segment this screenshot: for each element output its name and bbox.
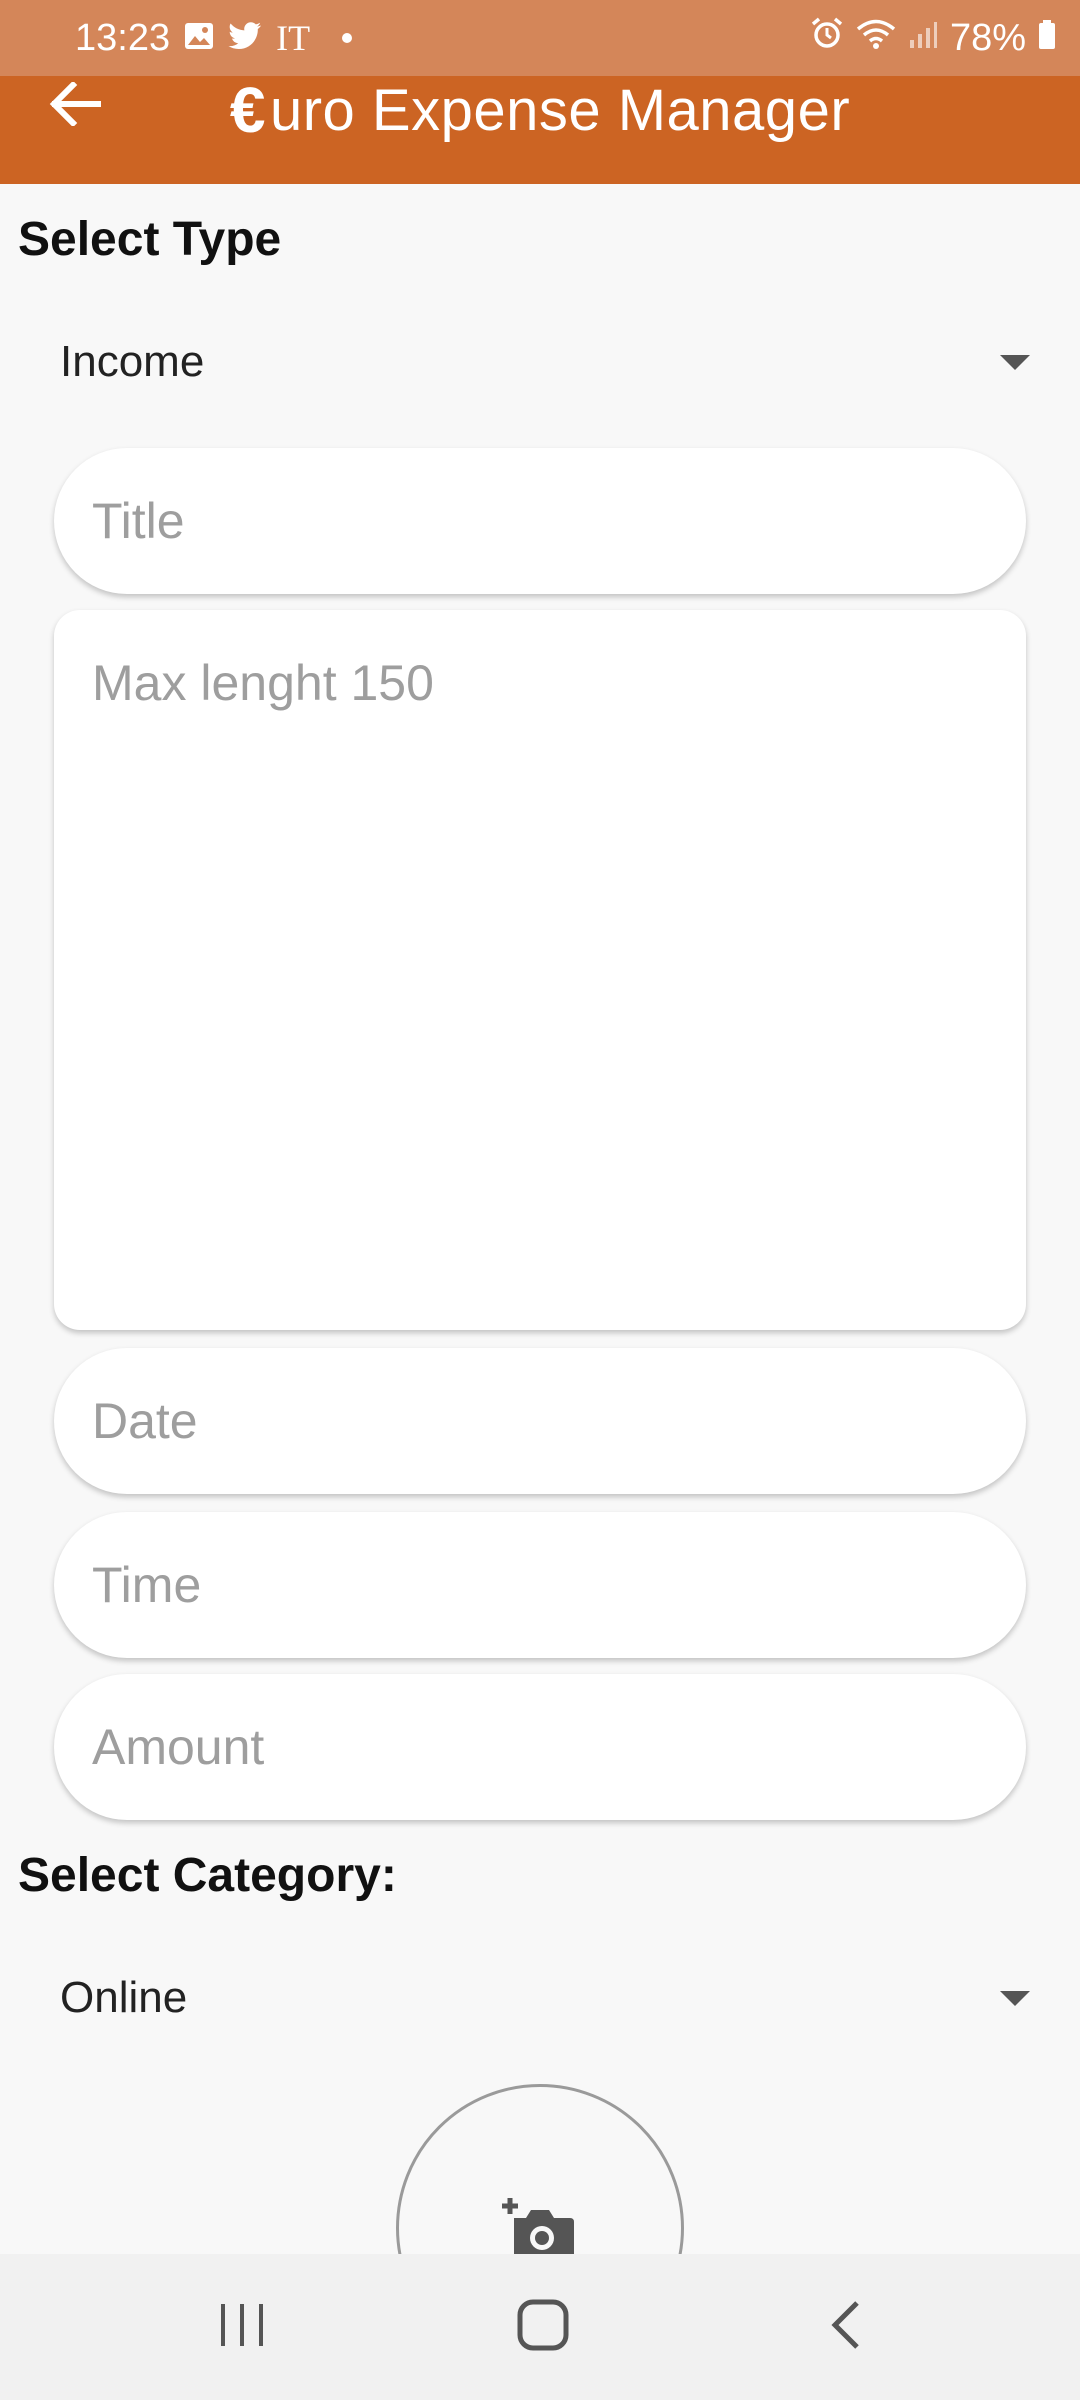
time-input[interactable]: Time [54,1512,1026,1658]
app-bar: € uro Expense Manager [0,74,1080,184]
app-title: € uro Expense Manager [0,74,1080,146]
category-dropdown[interactable]: Online [60,1958,1030,2038]
app-title-text: uro Expense Manager [269,77,851,143]
caret-down-icon [1000,1990,1030,2006]
amount-input[interactable]: Amount [54,1674,1026,1820]
home-icon [517,2299,569,2356]
twitter-icon [228,17,262,60]
status-right: 78% [810,16,1056,60]
alarm-icon [810,16,844,60]
status-time: 13:23 [75,16,171,59]
recents-button[interactable] [202,2294,282,2360]
title-placeholder: Title [92,493,185,549]
date-placeholder: Date [92,1393,198,1449]
type-selected-value: Income [60,337,205,386]
battery-icon [1038,17,1056,60]
wifi-icon [856,17,896,60]
carrier-text: IT [276,18,311,58]
image-icon [184,17,214,60]
system-nav-bar [0,2254,1080,2400]
time-placeholder: Time [92,1557,202,1613]
type-dropdown[interactable]: Income [60,322,1030,402]
caret-down-icon [1000,354,1030,370]
status-left: 13:23 IT [75,16,353,60]
date-input[interactable]: Date [54,1348,1026,1494]
select-category-label: Select Category: [18,1849,397,1902]
home-button[interactable] [503,2294,583,2360]
recents-icon [218,2302,266,2353]
signal-icon [908,17,938,60]
title-input[interactable]: Title [54,448,1026,594]
description-placeholder: Max lenght 150 [92,655,434,711]
notification-dot [342,33,353,43]
description-textarea[interactable]: Max lenght 150 [54,610,1026,1330]
amount-placeholder: Amount [92,1719,265,1775]
back-icon [829,2300,863,2355]
nav-back-button[interactable] [806,2294,886,2360]
select-type-label: Select Type [18,213,282,266]
category-selected-value: Online [60,1973,188,2022]
battery-percent: 78% [949,16,1026,59]
add-photo-icon [500,2196,576,2260]
status-bar: 13:23 IT 78% [0,0,1080,76]
app-title-euro: € [229,74,266,146]
